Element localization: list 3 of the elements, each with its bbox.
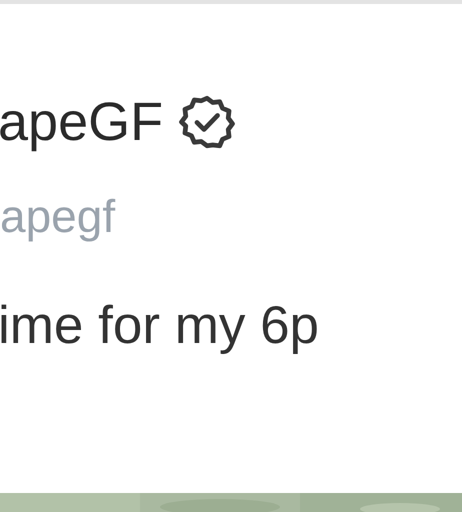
post-text: ime for my 6p	[0, 295, 320, 357]
user-handle[interactable]: apegf	[0, 188, 462, 244]
author-name: apeGF	[0, 91, 164, 154]
